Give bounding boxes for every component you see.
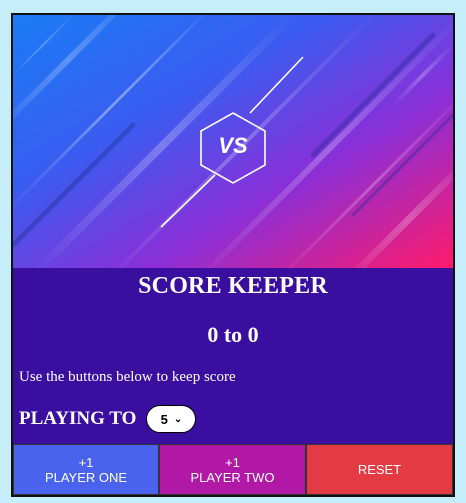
instruction-text: Use the buttons below to keep score	[19, 369, 236, 385]
player-one-button-increment: +1	[78, 454, 94, 470]
player-two-button[interactable]: +1 PLAYER TWO	[159, 444, 306, 495]
player-one-button[interactable]: +1 PLAYER ONE	[13, 444, 159, 495]
player-two-button-increment: +1	[225, 454, 240, 470]
playing-to-row: PLAYING TO 5 ⌄	[19, 403, 197, 435]
winning-score-select[interactable]: 5 ⌄	[146, 405, 197, 433]
vs-badge-text: VS	[218, 133, 248, 158]
vs-banner-image: VS	[13, 15, 453, 268]
score-display: 0 to 0	[207, 322, 259, 347]
button-row: +1 PLAYER ONE +1 PLAYER TWO RESET	[13, 444, 453, 495]
reset-button[interactable]: RESET	[306, 444, 453, 495]
score-keeper-card: VS SCORE KEEPER 0 to 0 Use the buttons b…	[11, 13, 455, 497]
winning-score-value: 5	[160, 411, 168, 427]
hero-banner: VS	[13, 15, 453, 268]
playing-to-label: PLAYING TO	[19, 408, 137, 429]
reset-button-label: RESET	[357, 462, 402, 477]
player-one-button-label: PLAYER ONE	[44, 469, 128, 485]
player-two-button-label: PLAYER TWO	[190, 469, 275, 485]
chevron-down-icon: ⌄	[173, 413, 183, 425]
page-title: SCORE KEEPER	[138, 273, 328, 299]
